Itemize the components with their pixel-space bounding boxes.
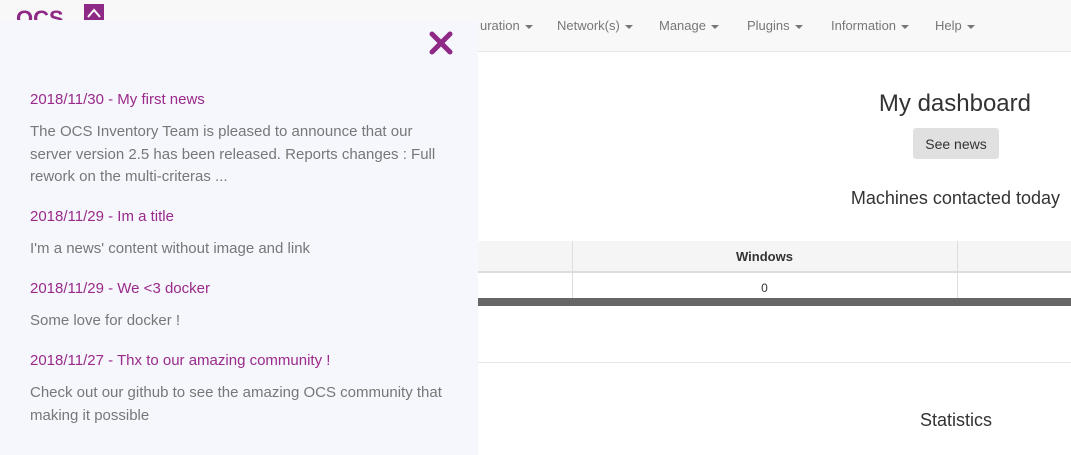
nav-configuration-label: uration — [480, 18, 520, 33]
news-item-body: Check out our github to see the amazing … — [30, 384, 442, 424]
news-item: 2018/11/30 - My first news The OCS Inven… — [30, 90, 450, 189]
news-panel: 2018/11/30 - My first news The OCS Inven… — [0, 20, 478, 455]
news-item-body: The OCS Inventory Team is pleased to ann… — [30, 123, 436, 185]
nav-information-label: Information — [831, 18, 897, 33]
nav-configuration-menu[interactable]: uration — [480, 0, 533, 52]
news-item: 2018/11/27 - Thx to our amazing communit… — [30, 351, 450, 427]
news-item-title[interactable]: 2018/11/27 - Thx to our amazing communit… — [30, 351, 450, 371]
table-header-windows[interactable]: Windows — [572, 241, 958, 273]
caret-down-icon — [524, 24, 533, 29]
nav-manage-menu[interactable]: Manage — [659, 0, 719, 52]
table-header-cell[interactable] — [957, 241, 1071, 273]
nav-networks-menu[interactable]: Network(s) — [557, 0, 633, 52]
nav-plugins-label: Plugins — [747, 18, 790, 33]
caret-down-icon — [794, 24, 803, 29]
news-item-body: I'm a news' content without image and li… — [30, 240, 311, 257]
nav-manage-label: Manage — [659, 18, 706, 33]
nav-plugins-menu[interactable]: Plugins — [747, 0, 803, 52]
news-item-title[interactable]: 2018/11/29 - Im a title — [30, 207, 450, 227]
dashboard-title: My dashboard — [878, 90, 1031, 117]
machines-contacted-title: Machines contacted today — [850, 188, 1060, 208]
close-icon[interactable] — [428, 30, 454, 56]
news-item: 2018/11/29 - Im a title I'm a news' cont… — [30, 207, 450, 261]
caret-down-icon — [624, 24, 633, 29]
statistics-title: Statistics — [920, 410, 993, 430]
nav-help-label: Help — [935, 18, 962, 33]
nav-help-menu[interactable]: Help — [935, 0, 975, 52]
news-item: 2018/11/29 - We <3 docker Some love for … — [30, 279, 450, 333]
caret-down-icon — [901, 24, 910, 29]
nav-information-menu[interactable]: Information — [831, 0, 910, 52]
news-item-body: Some love for docker ! — [30, 312, 181, 329]
caret-down-icon — [710, 24, 719, 29]
see-news-button[interactable]: See news — [913, 128, 999, 159]
nav-networks-label: Network(s) — [557, 18, 620, 33]
news-item-title[interactable]: 2018/11/29 - We <3 docker — [30, 279, 450, 299]
news-item-title[interactable]: 2018/11/30 - My first news — [30, 90, 450, 110]
caret-down-icon — [966, 24, 975, 29]
